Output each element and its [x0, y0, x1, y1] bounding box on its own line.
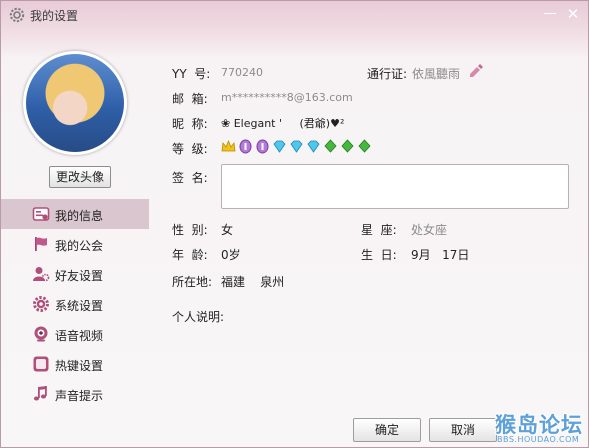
age-value: 0岁 [221, 248, 241, 262]
gear-icon [9, 7, 25, 23]
level-label: 等 级: [172, 142, 208, 156]
diamond-icon [289, 139, 304, 154]
birthday-value: 9月 17日 [411, 248, 470, 262]
gear-icon [32, 295, 50, 313]
email-label: 邮 箱: [172, 92, 208, 106]
signature-input[interactable] [221, 164, 569, 209]
avatar [26, 54, 124, 152]
sidebar: 更改头像 我的信息 我的公会 好友设置 系统设置 语音视频 热键设置 声音提示 [1, 29, 149, 409]
nickname-value: ❀ Elegant ' (君爺)♥² [221, 117, 345, 130]
sidebar-item-friend-settings[interactable]: 好友设置 [1, 259, 149, 289]
diamond-icon [272, 139, 287, 154]
change-avatar-button[interactable]: 更改头像 [49, 166, 111, 188]
leaf-icon [357, 139, 372, 154]
zodiac-value: 处女座 [411, 223, 448, 237]
flag-icon [32, 235, 50, 253]
gender-label: 性 别: [172, 223, 208, 237]
purple-shield-icon [255, 139, 270, 154]
diamond-icon [306, 139, 321, 154]
settings-window: 我的设置 — ✕ 更改头像 我的信息 我的公会 好友设置 系统设置 语音视频 热… [0, 0, 589, 448]
forum-watermark: 猴岛论坛 BBS.HOUDAO.COM [495, 409, 587, 447]
sidebar-nav: 我的信息 我的公会 好友设置 系统设置 语音视频 热键设置 声音提示 [1, 199, 149, 409]
signature-label: 签 名: [172, 171, 208, 185]
music-note-icon [32, 385, 50, 403]
window-title: 我的设置 [30, 9, 79, 23]
birthday-label: 生 日: [361, 248, 397, 262]
close-button[interactable]: ✕ [564, 5, 582, 23]
sidebar-item-system-settings[interactable]: 系统设置 [1, 289, 149, 319]
yy-label: YY 号: [172, 67, 211, 81]
sidebar-item-hotkey-settings[interactable]: 热键设置 [1, 349, 149, 379]
sidebar-item-my-info[interactable]: 我的信息 [1, 199, 149, 229]
nickname-label: 昵 称: [172, 117, 208, 131]
sidebar-item-label: 我的公会 [55, 239, 104, 253]
sidebar-item-label: 语音视频 [55, 329, 104, 343]
yy-value: 770240 [221, 66, 263, 79]
age-label: 年 龄: [172, 248, 208, 262]
cancel-button[interactable]: 取消 [429, 418, 497, 442]
sidebar-item-label: 声音提示 [55, 389, 104, 403]
profile-card-icon [32, 205, 50, 223]
sidebar-item-voice-video[interactable]: 语音视频 [1, 319, 149, 349]
gender-value: 女 [221, 223, 234, 237]
passport-label: 通行证: [367, 67, 408, 81]
avatar-frame [23, 51, 127, 155]
minimize-button[interactable]: — [541, 5, 559, 23]
watermark-url: BBS.HOUDAO.COM [497, 435, 580, 444]
sidebar-item-sound-alerts[interactable]: 声音提示 [1, 379, 149, 409]
purple-shield-icon [238, 139, 253, 154]
sidebar-item-label: 系统设置 [55, 299, 104, 313]
location-label: 所在地: [172, 275, 213, 289]
zodiac-label: 星 座: [361, 223, 397, 237]
edit-icon[interactable] [468, 64, 484, 78]
webcam-icon [32, 325, 50, 343]
ok-button[interactable]: 确定 [353, 418, 421, 442]
level-badges [221, 139, 372, 154]
email-value: m**********8@163.com [221, 91, 353, 104]
leaf-icon [340, 139, 355, 154]
hotkey-icon [32, 355, 50, 373]
sidebar-item-my-guild[interactable]: 我的公会 [1, 229, 149, 259]
leaf-icon [323, 139, 338, 154]
sidebar-item-label: 我的信息 [55, 209, 104, 223]
sidebar-item-label: 好友设置 [55, 269, 104, 283]
friend-settings-icon [32, 265, 50, 283]
sidebar-item-label: 热键设置 [55, 359, 104, 373]
location-value: 福建 泉州 [221, 275, 285, 289]
crown-icon [221, 139, 236, 154]
title-bar: 我的设置 — ✕ [1, 1, 588, 29]
passport-value: 依風聽雨 [412, 67, 461, 81]
bio-label: 个人说明: [172, 310, 225, 324]
